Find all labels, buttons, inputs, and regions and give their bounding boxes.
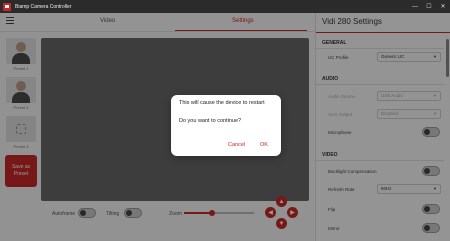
window-controls: — ☐ ✕ [408,0,450,13]
window-title: Biamp Camera Controller [15,3,72,10]
dialog-question: Do you want to continue? [179,118,242,124]
maximize-button[interactable]: ☐ [422,0,436,13]
app-window: Biamp Camera Controller — ☐ ✕ Video Sett… [0,0,450,241]
app-logo-icon [3,2,11,11]
close-button[interactable]: ✕ [436,0,450,13]
cancel-button[interactable]: Cancel [228,142,245,148]
minimize-button[interactable]: — [408,0,422,13]
dialog-message: This will cause the device to restart [179,100,265,106]
ok-button[interactable]: OK [260,142,268,148]
title-bar: Biamp Camera Controller — ☐ ✕ [0,0,450,13]
restart-confirmation-dialog: This will cause the device to restart Do… [171,95,281,156]
